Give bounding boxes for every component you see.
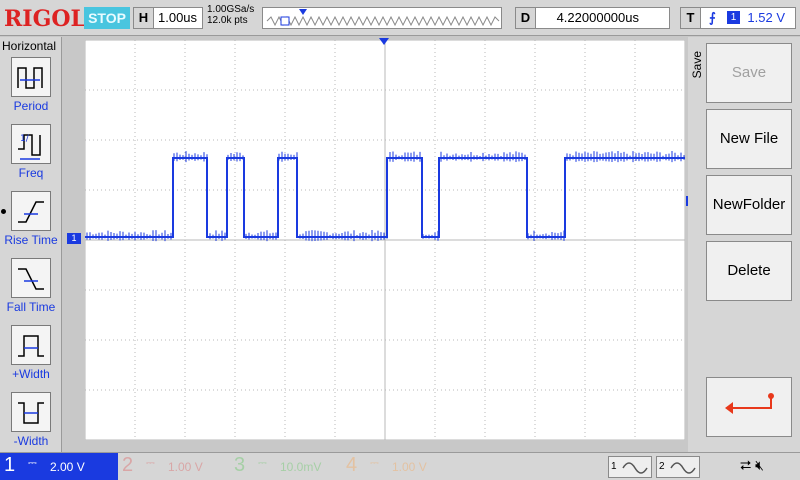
trigger-time-marker[interactable]	[379, 38, 389, 45]
timebase-tag: H	[134, 8, 154, 28]
return-button[interactable]	[706, 377, 792, 437]
system-icons: ⮂ 🔇︎	[740, 457, 764, 474]
channel-1-offset-marker[interactable]: 1	[67, 233, 81, 244]
svg-text:1/: 1/	[20, 134, 30, 144]
math-number: 1	[611, 461, 617, 472]
waveform-svg	[84, 39, 686, 441]
coupling-icon: ⎓	[258, 457, 267, 469]
channel-status-bar: 1 ⎓ 2.00 V 2 ⎓ 1.00 V 3 ⎓ 10.0mV 4 ⎓ 1.0…	[0, 452, 800, 480]
positive-width-icon	[11, 325, 51, 365]
delay-box[interactable]: D 4.22000000us	[515, 7, 670, 29]
return-icon	[725, 393, 774, 414]
waveform-display[interactable]	[84, 39, 686, 441]
memory-window-marker	[280, 16, 290, 26]
menu-title: Save	[690, 51, 704, 79]
delete-button[interactable]: Delete	[706, 241, 792, 301]
memory-bar-graphic	[266, 9, 500, 27]
sine-wave-icon	[622, 462, 648, 474]
negative-width-icon	[11, 392, 51, 432]
channel-scale: 1.00 V	[392, 460, 427, 474]
trigger-source-badge: 1	[727, 11, 740, 24]
trigger-tag: T	[681, 8, 701, 28]
channel-4-tab[interactable]: 4 ⎓ 1.00 V	[342, 453, 454, 480]
memory-bar-zigzag	[266, 15, 500, 27]
timebase-box[interactable]: H 1.00us	[133, 7, 203, 29]
memory-position-bar[interactable]	[262, 7, 502, 29]
trigger-level: 1.52 V	[747, 10, 785, 25]
timebase-value: 1.00us	[158, 10, 198, 25]
measure-label: +Width	[12, 367, 50, 381]
measure-label: Rise Time	[4, 233, 58, 247]
trigger-box[interactable]: T ⨍ 1 1.52 V	[680, 7, 796, 29]
fall-time-icon	[11, 258, 51, 298]
save-menu: Save Save New File NewFolder Delete	[688, 37, 800, 452]
measure-rise-time[interactable]: Rise Time	[0, 191, 62, 257]
delay-value: 4.22000000us	[556, 10, 639, 25]
measure-negative-width[interactable]: -Width	[0, 392, 62, 458]
channel-number: 1	[4, 454, 16, 476]
delay-tag: D	[516, 8, 536, 28]
new-file-button[interactable]: New File	[706, 109, 792, 169]
coupling-icon: ⎓	[370, 457, 379, 469]
brand-logo: RIGOL	[4, 6, 86, 32]
channel-3-tab[interactable]: 3 ⎓ 10.0mV	[230, 453, 342, 480]
math-1-button[interactable]: 1	[608, 456, 652, 478]
measure-period[interactable]: Period	[0, 57, 62, 123]
math-2-button[interactable]: 2	[656, 456, 700, 478]
new-folder-button[interactable]: NewFolder	[706, 175, 792, 235]
measure-fall-time[interactable]: Fall Time	[0, 258, 62, 324]
sine-wave-icon	[670, 462, 696, 474]
trigger-position-marker	[299, 9, 307, 15]
channel-1-tab[interactable]: 1 ⎓ 2.00 V	[0, 453, 118, 480]
channel-number: 4	[346, 454, 358, 476]
measure-frequency[interactable]: 1/ Freq	[0, 124, 62, 190]
run-stop-status[interactable]: STOP	[84, 7, 130, 29]
rise-time-icon	[11, 191, 51, 231]
coupling-icon: ⎓	[28, 457, 37, 469]
channel-number: 2	[122, 454, 134, 476]
measure-label: -Width	[13, 434, 49, 448]
speaker-muted-icon[interactable]: 🔇︎	[755, 457, 764, 473]
usb-icon: ⮂	[740, 457, 752, 473]
acquisition-info: 1.00GSa/s 12.0k pts	[207, 4, 254, 26]
channel-scale: 2.00 V	[50, 460, 85, 474]
measure-label: Freq	[18, 166, 44, 180]
sample-rate: 1.00GSa/s	[207, 4, 255, 15]
memory-depth: 12.0k pts	[207, 15, 248, 26]
frequency-icon: 1/	[11, 124, 51, 164]
save-button[interactable]: Save	[706, 43, 792, 103]
measure-label: Period	[13, 99, 49, 113]
rising-edge-icon: ⨍	[709, 10, 716, 25]
top-status-bar: RIGOL STOP H 1.00us 1.00GSa/s 12.0k pts …	[0, 0, 800, 36]
measure-label: Fall Time	[6, 300, 56, 314]
graticule	[84, 39, 686, 441]
horizontal-measure-menu: Horizontal Period 1/ Freq Rise Time Fall…	[0, 37, 62, 452]
channel-scale: 1.00 V	[168, 460, 203, 474]
math-number: 2	[659, 461, 665, 472]
period-icon	[11, 57, 51, 97]
channel-number: 3	[234, 454, 246, 476]
menu-title: Horizontal	[2, 39, 57, 53]
measure-positive-width[interactable]: +Width	[0, 325, 62, 391]
channel-2-tab[interactable]: 2 ⎓ 1.00 V	[118, 453, 230, 480]
channel-scale: 10.0mV	[280, 460, 322, 474]
coupling-icon: ⎓	[146, 457, 155, 469]
